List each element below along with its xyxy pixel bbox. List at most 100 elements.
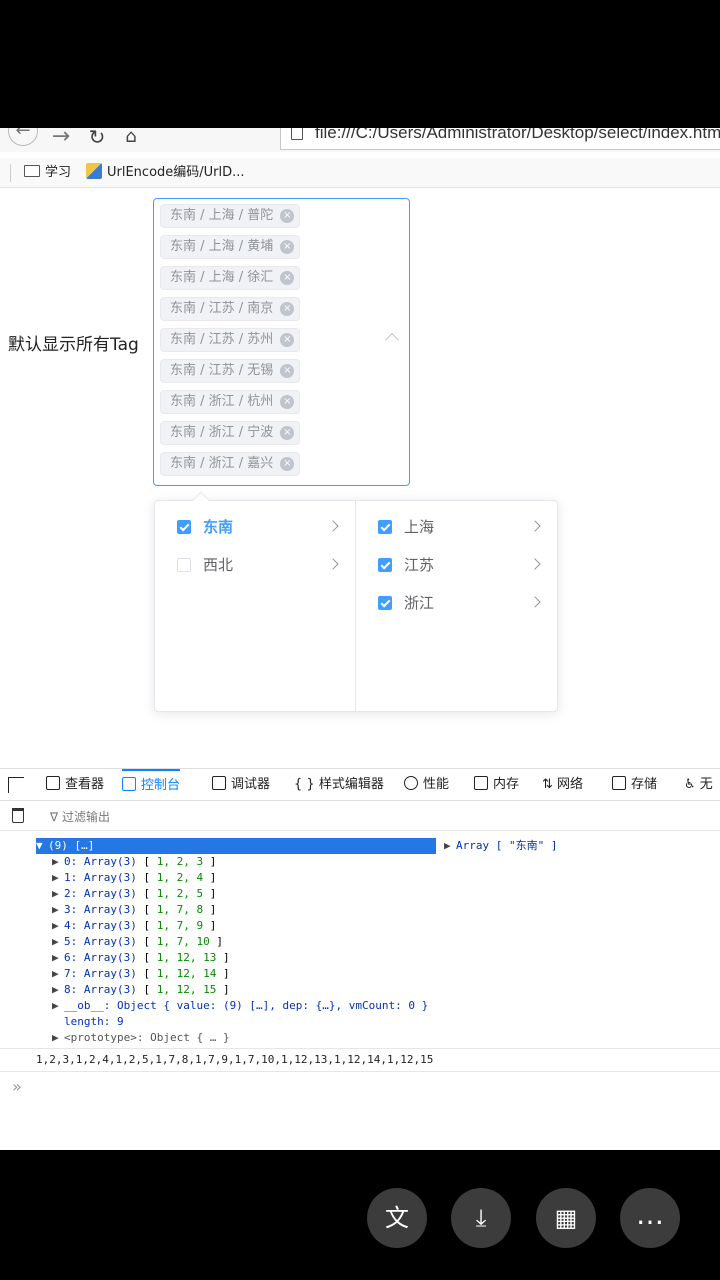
expand-icon: ▶ xyxy=(52,935,59,948)
expand-icon: ▶ xyxy=(52,951,59,964)
console-prompt[interactable]: » xyxy=(12,1077,22,1096)
cascader-dropdown: 东南 西北 上海 江苏 浙江 xyxy=(154,491,558,712)
close-icon[interactable]: × xyxy=(280,364,295,378)
tab-performance[interactable]: 性能 xyxy=(404,769,449,801)
status-bar-area xyxy=(0,0,720,128)
divider xyxy=(10,164,11,182)
console-entry[interactable]: ▶ 1: Array(3) [ 1, 2, 4 ] xyxy=(52,870,216,886)
option-label: 上海 xyxy=(404,518,435,536)
bookmark-folder[interactable]: 学习 xyxy=(24,162,71,184)
browser-screen: ← → ↻ ⌂ file:///C:/Users/Administrator/D… xyxy=(0,128,720,1150)
tab-memory[interactable]: 内存 xyxy=(474,769,519,801)
close-icon[interactable]: × xyxy=(280,302,295,316)
console-entry[interactable]: ▶ 6: Array(3) [ 1, 12, 13 ] xyxy=(52,950,230,966)
close-icon[interactable]: × xyxy=(280,457,295,471)
console-entry[interactable]: ▶ 8: Array(3) [ 1, 12, 15 ] xyxy=(52,982,230,998)
option-zhejiang[interactable]: 浙江 xyxy=(356,586,557,620)
option-shanghai[interactable]: 上海 xyxy=(356,510,557,544)
console-entry[interactable]: ▶ 4: Array(3) [ 1, 7, 9 ] xyxy=(52,918,216,934)
translate-icon[interactable]: 文 xyxy=(367,1188,427,1248)
braces-icon: { } xyxy=(294,777,319,792)
expand-icon: ▶ xyxy=(52,967,59,980)
field-label: 默认显示所有Tag xyxy=(8,335,139,355)
console-entry[interactable]: ▶ 5: Array(3) [ 1, 7, 10 ] xyxy=(52,934,223,950)
console-ob-line[interactable]: ▶ __ob__: Object { value: (9) […], dep: {… xyxy=(52,998,428,1014)
console-entry[interactable]: ▶ 0: Array(3) [ 1, 2, 3 ] xyxy=(52,854,216,870)
expand-icon: ▶ xyxy=(52,871,59,884)
tag: 东南 / 浙江 / 杭州 × xyxy=(160,390,301,414)
option-jiangsu[interactable]: 江苏 xyxy=(356,548,557,582)
console-array-preview[interactable]: ▶ Array [ "东南" ] xyxy=(444,838,557,854)
gauge-icon xyxy=(404,776,418,790)
option-label: 西北 xyxy=(203,556,234,574)
expand-icon: ▶ xyxy=(52,919,59,932)
tag: 东南 / 上海 / 黄埔 × xyxy=(160,235,301,259)
checkbox[interactable] xyxy=(378,520,392,534)
close-icon[interactable]: × xyxy=(280,333,295,347)
close-icon[interactable]: × xyxy=(280,240,295,254)
option-dongnan[interactable]: 东南 xyxy=(155,510,355,544)
close-icon[interactable]: × xyxy=(280,271,295,285)
chevron-right-icon xyxy=(327,558,339,570)
close-icon[interactable]: × xyxy=(280,426,295,440)
expand-icon: ▶ xyxy=(52,999,59,1012)
tab-inspector[interactable]: 查看器 xyxy=(46,769,104,801)
debugger-icon xyxy=(212,776,226,790)
tag: 东南 / 江苏 / 苏州 × xyxy=(160,328,301,352)
folder-icon xyxy=(24,165,40,177)
tag: 东南 / 上海 / 普陀 × xyxy=(160,204,301,228)
trash-icon[interactable] xyxy=(12,808,24,823)
console-array-header[interactable]: ▼ (9) […] xyxy=(36,838,436,854)
element-picker-icon[interactable] xyxy=(8,777,24,793)
accessibility-icon: ♿ xyxy=(684,777,700,792)
arrows-updown-icon: ⇅ xyxy=(542,777,558,792)
tab-storage[interactable]: 存储 xyxy=(612,769,657,801)
checkbox[interactable] xyxy=(378,558,392,572)
tag: 东南 / 江苏 / 南京 × xyxy=(160,297,301,321)
more-icon[interactable]: … xyxy=(620,1188,680,1248)
console-entry[interactable]: ▶ 2: Array(3) [ 1, 2, 5 ] xyxy=(52,886,216,902)
download-icon[interactable]: ⤓ xyxy=(451,1188,511,1248)
checkbox[interactable] xyxy=(177,520,191,534)
address-bar[interactable]: file:///C:/Users/Administrator/Desktop/s… xyxy=(280,128,720,150)
bookmark-item[interactable]: UrlEncode编码/UrlD... xyxy=(86,162,245,184)
reload-icon[interactable]: ↻ xyxy=(82,128,112,152)
tag: 东南 / 江苏 / 无锡 × xyxy=(160,359,301,383)
tab-accessibility[interactable]: ♿ 无 xyxy=(684,769,713,801)
console-icon xyxy=(122,777,136,791)
bookmarks-bar: 学习 UrlEncode编码/UrlD... xyxy=(0,158,720,188)
console-entry[interactable]: ▶ 7: Array(3) [ 1, 12, 14 ] xyxy=(52,966,230,982)
tag: 东南 / 浙江 / 宁波 × xyxy=(160,421,301,445)
back-icon[interactable]: ← xyxy=(8,128,38,146)
tab-console[interactable]: 控制台 xyxy=(122,769,181,801)
close-icon[interactable]: × xyxy=(280,395,295,409)
checkbox[interactable] xyxy=(177,558,191,572)
filter-input[interactable]: 过滤输出 xyxy=(50,808,110,825)
bookmark-label: UrlEncode编码/UrlD... xyxy=(107,165,245,180)
console-prototype-line[interactable]: ▶ <prototype>: Object { … } xyxy=(52,1030,230,1046)
chip-icon xyxy=(474,776,488,790)
expand-icon: ▶ xyxy=(52,855,59,868)
cascader-menu-region: 东南 西北 xyxy=(155,501,356,711)
chevron-up-icon[interactable] xyxy=(384,332,400,348)
console-entry[interactable]: ▶ 3: Array(3) [ 1, 7, 8 ] xyxy=(52,902,216,918)
url-text[interactable]: file:///C:/Users/Administrator/Desktop/s… xyxy=(315,128,720,144)
cascader-input[interactable]: 东南 / 上海 / 普陀 × 东南 / 上海 / 黄埔 × 东南 / 上海 / 徐汇… xyxy=(153,198,410,486)
tab-debugger[interactable]: 调试器 xyxy=(212,769,270,801)
tab-style-editor[interactable]: { } 样式编辑器 xyxy=(294,769,384,801)
apps-grid-icon[interactable]: ▦ xyxy=(536,1188,596,1248)
chevron-right-icon xyxy=(327,520,339,532)
home-icon[interactable]: ⌂ xyxy=(116,128,146,152)
checkbox[interactable] xyxy=(378,596,392,610)
forward-icon[interactable]: → xyxy=(46,128,76,152)
favicon-icon xyxy=(86,163,102,179)
expand-icon: ▶ xyxy=(52,903,59,916)
close-icon[interactable]: × xyxy=(280,209,295,223)
expand-icon: ▼ xyxy=(36,839,43,852)
option-label: 江苏 xyxy=(404,556,435,574)
browser-toolbar: ← → ↻ ⌂ file:///C:/Users/Administrator/D… xyxy=(0,128,720,152)
page-icon xyxy=(291,128,303,140)
option-xibei[interactable]: 西北 xyxy=(155,548,355,582)
tab-network[interactable]: ⇅ 网络 xyxy=(542,769,583,801)
cascader-menu-province: 上海 江苏 浙江 xyxy=(356,501,557,711)
